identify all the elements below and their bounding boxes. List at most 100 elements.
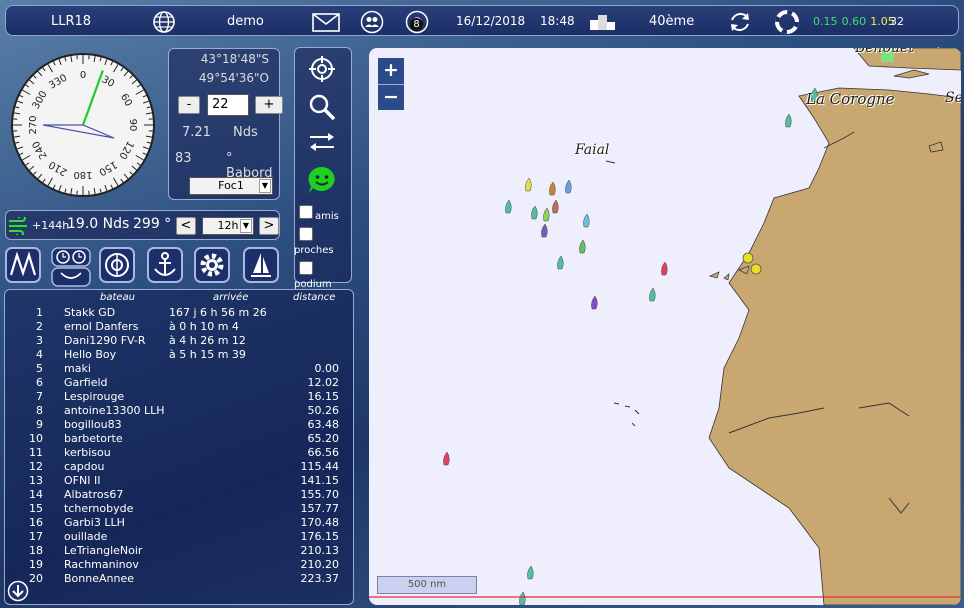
- friends-checkbox[interactable]: [299, 205, 313, 219]
- rank-cell: 1: [36, 306, 43, 319]
- globe-icon[interactable]: [152, 10, 176, 34]
- wind-forecast-bar: +144h 19.0 Nds 299 ° < 12h ▼ >: [5, 210, 280, 240]
- sails-button[interactable]: [243, 247, 279, 283]
- table-row[interactable]: 3 Dani1290 FV-R à 4 h 26 m 12: [5, 334, 355, 348]
- wind-speed: 19.0 Nds: [67, 216, 130, 232]
- boat-marker[interactable]: [583, 213, 590, 228]
- table-row[interactable]: 14 Albatros67 155.70: [5, 488, 355, 502]
- heading-input[interactable]: 22: [207, 94, 249, 116]
- rank-cell: 8: [36, 404, 43, 417]
- boat-marker[interactable]: [541, 223, 548, 238]
- map[interactable]: Faial La Corogne Béhouet Se + − 500 nm: [369, 48, 961, 605]
- waypoint-button[interactable]: [99, 247, 135, 283]
- increase-button[interactable]: +: [255, 96, 283, 114]
- table-row[interactable]: 16 Garbi3 LLH 170.48: [5, 516, 355, 530]
- zoom-in-button[interactable]: +: [378, 58, 404, 84]
- prev-forecast-button[interactable]: <: [176, 217, 196, 235]
- boat-marker[interactable]: [519, 591, 526, 605]
- swap-arrows-icon[interactable]: [308, 130, 336, 154]
- refresh-icon[interactable]: [728, 10, 752, 34]
- boat-marker[interactable]: [649, 287, 656, 302]
- mail-icon[interactable]: [312, 10, 340, 34]
- chevron-down-icon: ▼: [259, 179, 271, 193]
- table-row[interactable]: 12 capdou 115.44: [5, 460, 355, 474]
- distance-cell: 141.15: [300, 474, 340, 487]
- boat-marker[interactable]: [591, 295, 598, 310]
- boat-marker[interactable]: [525, 177, 532, 192]
- timers-button[interactable]: [51, 247, 91, 287]
- boat-marker[interactable]: [531, 205, 538, 220]
- table-row[interactable]: 18 LeTriangleNoir 210.13: [5, 544, 355, 558]
- chat-smiley-icon[interactable]: [307, 165, 337, 195]
- col-boat: bateau: [100, 292, 136, 303]
- search-icon[interactable]: [308, 93, 336, 121]
- boat-cell: maki: [64, 362, 91, 375]
- waypoint-marker[interactable]: [750, 263, 762, 275]
- boat-marker[interactable]: [443, 451, 450, 466]
- tools-column: amis proches podium: [294, 47, 352, 290]
- rank-cell: 19: [29, 558, 43, 571]
- distance-cell: 210.13: [300, 544, 340, 557]
- boat-marker[interactable]: [661, 261, 668, 276]
- race-name[interactable]: demo: [227, 6, 264, 37]
- table-row[interactable]: 19 Rachmaninov 210.20: [5, 558, 355, 572]
- table-row[interactable]: 15 tchernobyde 157.77: [5, 502, 355, 516]
- table-row[interactable]: 8 antoine13300 LLH 50.26: [5, 404, 355, 418]
- sail-select[interactable]: Foc1 ▼: [189, 177, 273, 195]
- rank-cell: 7: [36, 390, 43, 403]
- table-row[interactable]: 6 Garfield 12.02: [5, 376, 355, 390]
- table-row[interactable]: 9 bogillou83 63.48: [5, 418, 355, 432]
- boat-name[interactable]: LLR18: [51, 6, 91, 37]
- zoom-out-button[interactable]: −: [378, 84, 404, 110]
- load-2: 0.60: [841, 15, 867, 28]
- ranking-table: bateau arrivée distance 1 Stakk GD 167 j 6…: [4, 289, 354, 605]
- anchor-button[interactable]: [147, 247, 183, 283]
- waypoint-marker[interactable]: [742, 252, 754, 264]
- boat-marker[interactable]: [505, 199, 512, 214]
- rank-cell: 10: [29, 432, 43, 445]
- compass-label: 270: [28, 115, 39, 134]
- table-row[interactable]: 5 maki 0.00: [5, 362, 355, 376]
- date: 16/12/2018: [456, 14, 526, 28]
- table-row[interactable]: 2 ernol Danfers à 0 h 10 m 4: [5, 320, 355, 334]
- map-canvas[interactable]: [369, 48, 961, 605]
- table-row[interactable]: 11 kerbisou 66.56: [5, 446, 355, 460]
- users-icon[interactable]: [360, 10, 384, 34]
- ranking-podium-icon[interactable]: [588, 10, 618, 34]
- nearby-checkbox[interactable]: [299, 227, 313, 241]
- table-row[interactable]: 10 barbetorte 65.20: [5, 432, 355, 446]
- route-button[interactable]: [5, 247, 41, 283]
- boat-cell: antoine13300 LLH: [64, 404, 165, 417]
- boat-marker[interactable]: [527, 565, 534, 580]
- table-row[interactable]: 20 BonneAnnee 223.37: [5, 572, 355, 586]
- next-forecast-button[interactable]: >: [259, 217, 279, 235]
- crosshair-icon[interactable]: [309, 56, 335, 82]
- table-row[interactable]: 4 Hello Boy à 5 h 15 m 39: [5, 348, 355, 362]
- boat-marker[interactable]: [557, 255, 564, 270]
- boat-marker[interactable]: [785, 113, 792, 128]
- boat-marker[interactable]: [549, 181, 556, 196]
- boat-marker[interactable]: [579, 239, 586, 254]
- scroll-down-icon[interactable]: [7, 580, 29, 602]
- settings-button[interactable]: [194, 247, 230, 283]
- gear-icon: [200, 253, 224, 277]
- boat-marker[interactable]: [565, 179, 572, 194]
- table-row[interactable]: 17 ouillade 176.15: [5, 530, 355, 544]
- label-edge: Se: [945, 90, 961, 106]
- boat-marker[interactable]: [552, 199, 559, 214]
- rank-position[interactable]: 40ème: [649, 6, 694, 37]
- interval-select[interactable]: 12h ▼: [202, 217, 254, 235]
- arrival-cell: 167 j 6 h 56 m 26: [169, 306, 267, 319]
- podium-checkbox[interactable]: [299, 261, 313, 275]
- boat-cell: Hello Boy: [64, 348, 117, 361]
- boat-status-panel: 43°18'48"S 49°54'36"O - 22 + 7.21 Nds 83…: [168, 48, 283, 200]
- wind-icon: [9, 217, 27, 235]
- table-row[interactable]: 1 Stakk GD 167 j 6 h 56 m 26: [5, 306, 355, 320]
- lifebuoy-icon[interactable]: [775, 10, 799, 34]
- time: 18:48: [540, 14, 575, 28]
- boat-marker[interactable]: [543, 207, 550, 222]
- compass-label: 90: [127, 119, 138, 132]
- table-row[interactable]: 13 OFNI II 141.15: [5, 474, 355, 488]
- table-row[interactable]: 7 Lespirouge 16.15: [5, 390, 355, 404]
- decrease-button[interactable]: -: [178, 96, 200, 114]
